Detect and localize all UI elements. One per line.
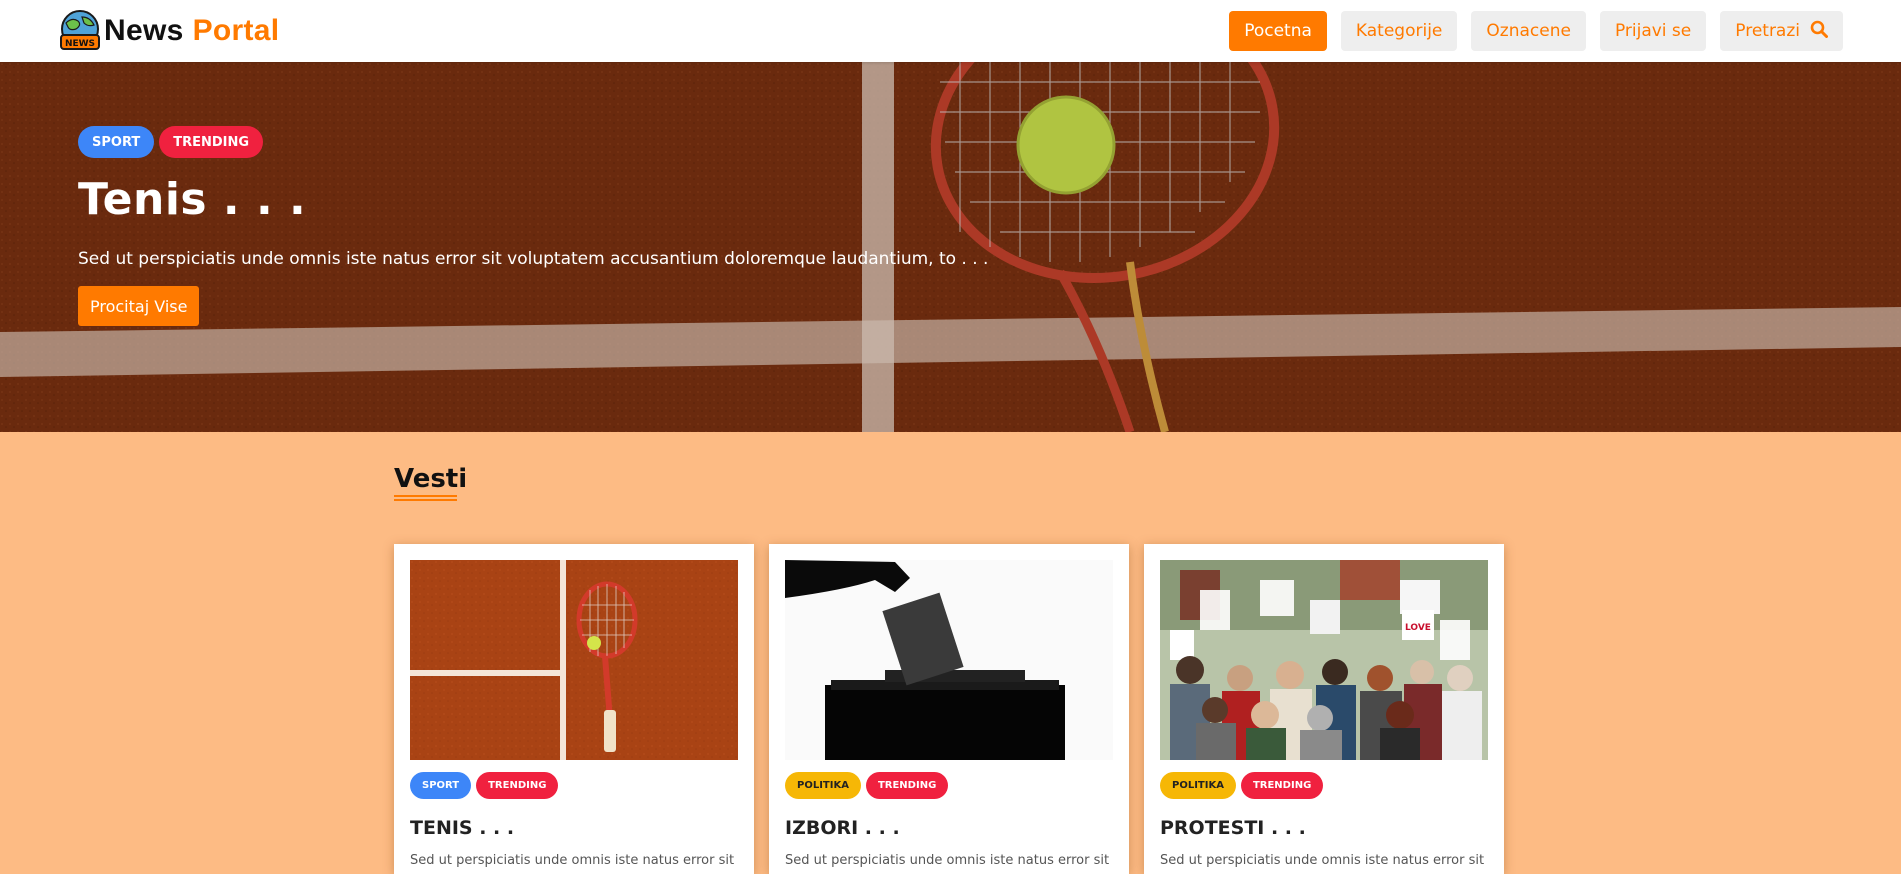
ballot-box-image[interactable]: [785, 560, 1113, 760]
badge-trending[interactable]: TRENDING: [159, 126, 264, 158]
news-card[interactable]: LOVE POLITIKA TRENDING PROTESTI . . . Se…: [1144, 544, 1504, 874]
hero-banner: SPORT TRENDING Tenis . . . Sed ut perspi…: [0, 62, 1901, 432]
badge-politika[interactable]: POLITIKA: [785, 772, 861, 799]
card-badges: SPORT TRENDING: [410, 772, 738, 799]
brand[interactable]: NEWS News Portal: [58, 9, 279, 53]
hero-badges: SPORT TRENDING: [78, 126, 988, 158]
badge-trending[interactable]: TRENDING: [865, 772, 949, 799]
card-title[interactable]: IZBORI . . .: [785, 817, 1113, 839]
card-title[interactable]: TENIS . . .: [410, 817, 738, 839]
svg-text:NEWS: NEWS: [65, 39, 95, 49]
card-badges: POLITIKA TRENDING: [785, 772, 1113, 799]
protest-crowd-image[interactable]: LOVE: [1160, 560, 1488, 760]
news-card[interactable]: POLITIKA TRENDING IZBORI . . . Sed ut pe…: [769, 544, 1129, 874]
tennis-court-image[interactable]: [410, 560, 738, 760]
nav-pocetna[interactable]: Pocetna: [1229, 11, 1327, 51]
nav-oznacene[interactable]: Oznacene: [1471, 11, 1586, 51]
nav-kategorije[interactable]: Kategorije: [1340, 11, 1458, 51]
navbar: NEWS News Portal Pocetna Kategorije Oznac…: [0, 0, 1901, 62]
news-cards: SPORT TRENDING TENIS . . . Sed ut perspi…: [394, 544, 1504, 874]
main-nav: Pocetna Kategorije Oznacene Prijavi se P…: [1229, 11, 1843, 51]
svg-text:LOVE: LOVE: [1405, 623, 1431, 633]
hero-content: SPORT TRENDING Tenis . . . Sed ut perspi…: [78, 126, 988, 326]
section-underline: [394, 495, 457, 501]
card-badges: POLITIKA TRENDING: [1160, 772, 1488, 799]
card-title[interactable]: PROTESTI . . .: [1160, 817, 1488, 839]
hero-description: Sed ut perspiciatis unde omnis iste natu…: [78, 249, 989, 269]
badge-sport[interactable]: SPORT: [78, 126, 155, 158]
nav-pretrazi[interactable]: Pretrazi: [1720, 11, 1843, 51]
badge-politika[interactable]: POLITIKA: [1160, 772, 1236, 799]
hero-title: Tenis . . .: [78, 174, 307, 225]
brand-name-part1: News: [104, 14, 184, 47]
read-more-button[interactable]: Procitaj Vise: [78, 286, 200, 326]
section-title: Vesti: [394, 464, 468, 494]
news-globe-logo-icon: NEWS: [58, 9, 102, 53]
badge-trending[interactable]: TRENDING: [1240, 772, 1324, 799]
card-excerpt: Sed ut perspiciatis unde omnis iste natu…: [1160, 853, 1485, 868]
brand-name-part2: Portal: [192, 14, 280, 47]
nav-prijavi-se[interactable]: Prijavi se: [1599, 11, 1707, 51]
search-icon: [1810, 20, 1828, 43]
badge-trending[interactable]: TRENDING: [476, 772, 559, 799]
badge-sport[interactable]: SPORT: [410, 772, 472, 799]
card-excerpt: Sed ut perspiciatis unde omnis iste natu…: [410, 853, 735, 868]
news-card[interactable]: SPORT TRENDING TENIS . . . Sed ut perspi…: [394, 544, 754, 874]
card-excerpt: Sed ut perspiciatis unde omnis iste natu…: [785, 853, 1110, 868]
